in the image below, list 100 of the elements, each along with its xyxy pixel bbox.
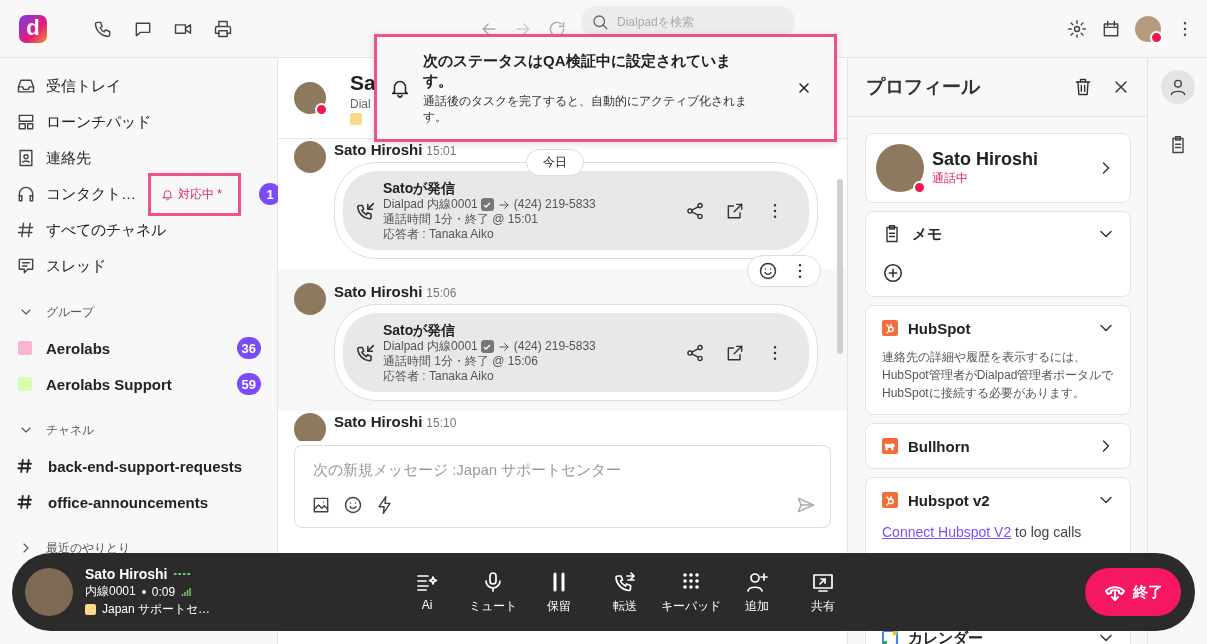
avatar xyxy=(294,413,326,441)
rail-tab-selected[interactable] xyxy=(1160,70,1195,104)
separator-dot xyxy=(141,589,146,594)
hash-icon xyxy=(16,493,34,511)
hash-icon xyxy=(16,220,36,240)
call-action-button[interactable]: 保留 xyxy=(529,569,589,615)
printer-icon[interactable] xyxy=(213,18,233,39)
status-dot xyxy=(1150,30,1163,44)
call-action-button[interactable]: 転送 xyxy=(595,569,655,615)
check-icon xyxy=(480,198,494,211)
call-status: 通話中 xyxy=(932,170,969,187)
extension-label: 内線0001 xyxy=(85,583,136,600)
add-icon[interactable] xyxy=(882,262,904,284)
nav-item[interactable]: 受信トレイ xyxy=(46,76,121,96)
calendar-icon[interactable] xyxy=(1101,18,1121,39)
phone-number: (424) 219-5833 xyxy=(513,339,596,354)
toast-title: 次のステータスはQA検証中に設定されています。 xyxy=(423,51,732,91)
nav-item[interactable]: ローンチパッド xyxy=(46,112,151,132)
contact-name: Sa xyxy=(350,71,376,95)
count-badge: 1 xyxy=(259,183,281,205)
call-duration: 通話時間 1分・終了 @ 15:06 xyxy=(383,354,539,369)
emoji-icon[interactable] xyxy=(758,261,778,281)
card-title: Bullhorn xyxy=(908,437,971,455)
thread-icon xyxy=(16,256,36,276)
call-line: Dialpad 内線0001 xyxy=(383,339,478,354)
queue-swatch xyxy=(85,604,96,615)
message-composer[interactable]: 次の新規メッセージ :Japan サポートセンター xyxy=(294,445,831,528)
nav-item[interactable]: コンタクト… xyxy=(46,184,136,204)
nav-item[interactable]: スレッド xyxy=(46,256,106,276)
audio-level-icon xyxy=(173,571,192,577)
avatar xyxy=(294,283,326,315)
scrollbar[interactable] xyxy=(837,179,843,354)
card-description: 連絡先の詳細や履歴を表示するには、HubSpot管理者がDialpad管理者ポータルでHubSpotに接続する必要があります。 xyxy=(882,349,1115,402)
image-icon[interactable] xyxy=(311,495,331,515)
caller-name: Sato Hiroshi xyxy=(85,566,168,582)
call-duration: 通話時間 1分・終了 @ 15:01 xyxy=(383,212,539,227)
close-icon[interactable] xyxy=(796,80,812,96)
status-dot xyxy=(913,181,926,194)
settings-icon[interactable] xyxy=(1067,18,1087,39)
card-title: メモ xyxy=(912,224,943,244)
call-action-button[interactable]: 追加 xyxy=(727,569,787,615)
sidebar-item[interactable]: Aerolabs Support xyxy=(46,375,172,393)
status-dot xyxy=(315,103,328,116)
contact-subtitle: Dial xyxy=(350,97,372,111)
sidebar-item[interactable]: Aerolabs xyxy=(46,339,111,357)
end-call-button[interactable]: 終了 xyxy=(1085,568,1181,616)
author-name: Sato Hiroshi xyxy=(334,283,423,300)
author-name: Sato Hiroshi xyxy=(334,141,423,158)
call-answerer: 応答者 : Tanaka Aiko xyxy=(383,369,495,384)
bull-logo-icon xyxy=(882,438,898,454)
sprocket-logo-icon xyxy=(882,492,898,508)
date-divider: 今日 xyxy=(526,149,584,176)
call-answerer: 応答者 : Tanaka Aiko xyxy=(383,227,495,242)
signal-icon xyxy=(181,586,192,597)
sidebar-item[interactable]: back-end-support-requests xyxy=(48,457,243,475)
message-time: 15:10 xyxy=(426,416,457,430)
call-action-button[interactable]: Ai xyxy=(397,569,457,615)
panel-title: プロフィール xyxy=(866,75,981,99)
hash-icon xyxy=(16,457,34,475)
check-icon xyxy=(480,340,494,353)
share-icon[interactable] xyxy=(685,342,705,363)
phone-transfer-icon xyxy=(613,569,637,594)
call-timer: 0:09 xyxy=(151,584,176,599)
author-name: Sato Hiroshi xyxy=(334,413,423,430)
trash-icon[interactable] xyxy=(1073,77,1093,97)
call-action-button[interactable]: キーパッド xyxy=(661,569,721,615)
call-line: Dialpad 内線0001 xyxy=(383,197,478,212)
contact-card-icon xyxy=(16,148,36,168)
call-action-button[interactable]: 共有 xyxy=(793,569,853,615)
emoji-icon[interactable] xyxy=(343,495,363,515)
call-title: Satoが発信 xyxy=(383,179,457,197)
toast-message: 通話後のタスクを完了すると、自動的にアクティブ化されます。 xyxy=(423,93,748,125)
message-time: 15:01 xyxy=(426,144,457,158)
call-title: Satoが発信 xyxy=(383,321,457,339)
sidebar-item[interactable]: office-announcements xyxy=(48,493,209,511)
card-title: HubSpot xyxy=(908,319,972,337)
nav-item[interactable]: 連絡先 xyxy=(46,148,91,168)
message-time: 15:06 xyxy=(426,286,457,300)
app-logo[interactable]: d xyxy=(19,14,47,43)
phone-number: (424) 219-5833 xyxy=(513,197,596,212)
avatar xyxy=(294,141,326,173)
status-label[interactable]: 対応中 * xyxy=(148,172,241,216)
message-input[interactable]: 次の新規メッセージ :Japan サポートセンター xyxy=(311,460,820,479)
share-icon[interactable] xyxy=(685,200,705,221)
inbox-icon xyxy=(16,76,36,96)
grid-icon xyxy=(16,112,36,132)
avatar xyxy=(25,568,73,616)
count-badge: 36 xyxy=(236,337,261,359)
section-header[interactable]: グループ xyxy=(46,303,94,321)
card-description: to log calls xyxy=(1015,524,1082,540)
nav-item[interactable]: すべてのチャネル xyxy=(46,220,166,240)
connect-link[interactable]: Connect Hubspot V2 xyxy=(882,524,1012,540)
contact-card[interactable]: Sato Hiroshi 通話中 xyxy=(865,133,1131,203)
card-title: Hubspot v2 xyxy=(908,491,991,509)
contact-name: Sato Hiroshi xyxy=(932,149,1039,170)
call-action-button[interactable]: ミュート xyxy=(463,569,523,615)
bell-icon xyxy=(161,187,174,201)
section-header[interactable]: チャネル xyxy=(46,421,94,439)
user-avatar[interactable] xyxy=(1135,15,1161,42)
headset-icon xyxy=(16,184,36,204)
